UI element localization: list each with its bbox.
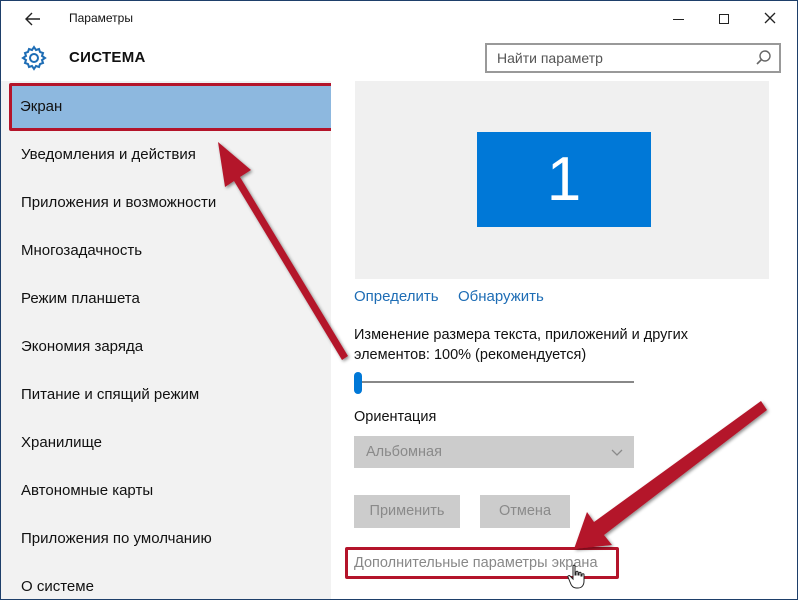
- sidebar-item-display[interactable]: Экран: [9, 83, 335, 131]
- display-settings-pane: 1 Определить Обнаружить Изменение размер…: [331, 81, 797, 599]
- sidebar-item-label: Экран: [20, 98, 63, 115]
- maximize-button[interactable]: [701, 1, 747, 35]
- search-icon[interactable]: [755, 49, 773, 67]
- advanced-display-settings-link[interactable]: Дополнительные параметры экрана: [354, 550, 598, 576]
- close-icon: [764, 12, 776, 24]
- window-title: Параметры: [69, 11, 133, 25]
- orientation-dropdown[interactable]: Альбомная: [354, 436, 634, 468]
- close-button[interactable]: [747, 1, 793, 35]
- identify-link[interactable]: Определить: [354, 286, 439, 308]
- scale-slider-track[interactable]: [354, 381, 634, 383]
- scale-label: Изменение размера текста, приложений и д…: [354, 327, 688, 363]
- sidebar-item-tablet-mode[interactable]: Режим планшета: [21, 284, 140, 314]
- search-box[interactable]: [485, 43, 781, 73]
- page-header: СИСТЕМА: [1, 35, 797, 81]
- monitor-preview-area: 1: [355, 81, 769, 279]
- minimize-icon: [672, 18, 684, 20]
- sidebar-item-notifications[interactable]: Уведомления и действия: [21, 140, 196, 170]
- title-bar: Параметры: [1, 1, 797, 35]
- detect-link[interactable]: Обнаружить: [458, 286, 544, 308]
- cancel-button[interactable]: Отмена: [480, 495, 570, 528]
- sidebar: Экран Уведомления и действия Приложения …: [1, 81, 335, 599]
- hand-cursor-icon: [567, 564, 585, 589]
- sidebar-item-multitasking[interactable]: Многозадачность: [21, 236, 142, 266]
- sidebar-item-battery-saver[interactable]: Экономия заряда: [21, 332, 143, 362]
- sidebar-item-offline-maps[interactable]: Автономные карты: [21, 476, 153, 506]
- chevron-down-icon: [611, 449, 623, 456]
- orientation-label: Ориентация: [354, 409, 437, 425]
- settings-window: Параметры СИСТЕМА Найти параметр Экран У…: [0, 0, 798, 600]
- maximize-icon: [719, 14, 729, 25]
- sidebar-item-power-sleep[interactable]: Питание и спящий режим: [21, 380, 199, 410]
- sidebar-item-apps[interactable]: Приложения и возможности: [21, 188, 216, 218]
- minimize-button[interactable]: [655, 1, 701, 35]
- back-button[interactable]: [19, 5, 47, 31]
- search-input[interactable]: [487, 45, 747, 71]
- orientation-value: Альбомная: [366, 444, 442, 460]
- sidebar-item-about[interactable]: О системе: [21, 572, 94, 599]
- sidebar-item-default-apps[interactable]: Приложения по умолчанию: [21, 524, 212, 554]
- gear-icon: [21, 45, 47, 71]
- sidebar-item-storage[interactable]: Хранилище: [21, 428, 102, 458]
- apply-button[interactable]: Применить: [354, 495, 460, 528]
- section-title: СИСТЕМА: [69, 49, 146, 66]
- scale-slider-thumb[interactable]: [354, 372, 362, 394]
- monitor-1[interactable]: 1: [477, 132, 651, 227]
- back-arrow-icon: [25, 12, 40, 26]
